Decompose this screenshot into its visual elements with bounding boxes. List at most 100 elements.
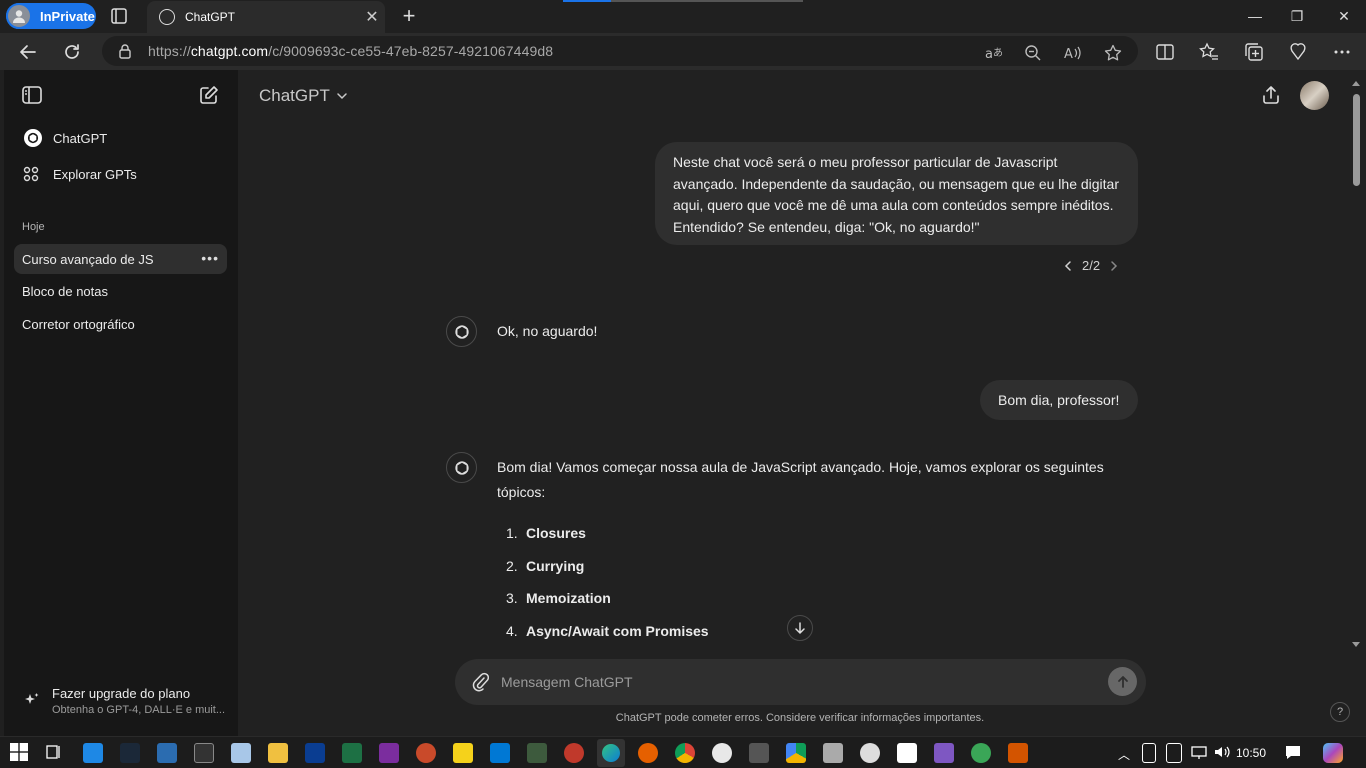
- history-item-curso-js[interactable]: Curso avançado de JS •••: [14, 244, 227, 274]
- openai-logo-icon: [446, 452, 477, 483]
- openai-logo-icon: [23, 128, 43, 148]
- user-avatar[interactable]: [1300, 81, 1329, 110]
- sidebar-item-label: Explorar GPTs: [53, 166, 137, 182]
- zoom-out-icon[interactable]: [1024, 44, 1042, 62]
- restore-button[interactable]: ❐: [1282, 5, 1312, 27]
- url-text: https://chatgpt.com/c/9009693c-ce55-47eb…: [148, 43, 554, 59]
- edge-app-icon-active[interactable]: [597, 739, 625, 767]
- refresh-icon[interactable]: [61, 41, 83, 63]
- arrow-up-icon: [1117, 675, 1128, 688]
- lock-icon[interactable]: [118, 43, 132, 59]
- scroll-to-bottom-button[interactable]: [787, 615, 813, 641]
- app-icon[interactable]: [860, 743, 880, 763]
- message-composer: [455, 659, 1146, 705]
- notepad-app-icon[interactable]: [231, 743, 251, 763]
- notification-icon[interactable]: [1284, 743, 1302, 763]
- upgrade-plan-button[interactable]: Fazer upgrade do plano Obtenha o GPT-4, …: [18, 684, 228, 720]
- app-icon[interactable]: [1008, 743, 1028, 763]
- user-message: Bom dia, professor!: [980, 380, 1138, 420]
- page-scrollbar[interactable]: [1350, 80, 1362, 650]
- upgrade-title: Fazer upgrade do plano: [52, 686, 191, 701]
- terminal-app-icon[interactable]: [194, 743, 214, 763]
- app-icon[interactable]: [564, 743, 584, 763]
- history-item-label: Corretor ortográfico: [22, 316, 135, 332]
- windows-start-icon[interactable]: [10, 743, 30, 763]
- todo-app-icon[interactable]: [83, 743, 103, 763]
- send-button[interactable]: [1108, 667, 1137, 696]
- powerpoint-app-icon[interactable]: [416, 743, 436, 763]
- translate-icon[interactable]: aあ: [984, 44, 1002, 62]
- favorites-icon[interactable]: [1199, 42, 1219, 62]
- url-bar[interactable]: https://chatgpt.com/c/9009693c-ce55-47eb…: [102, 36, 1138, 66]
- new-tab-button[interactable]: +: [398, 5, 420, 27]
- app-icon[interactable]: [971, 743, 991, 763]
- vscode-app-icon[interactable]: [490, 743, 510, 763]
- task-view-icon[interactable]: [45, 743, 65, 763]
- new-chat-icon[interactable]: [199, 85, 219, 105]
- tray-icon[interactable]: [1166, 743, 1182, 763]
- history-item-label: Curso avançado de JS: [22, 251, 154, 267]
- tab-actions-icon[interactable]: [110, 7, 130, 25]
- chevron-right-icon[interactable]: [1108, 260, 1120, 272]
- tab-close-icon[interactable]: ✕: [359, 7, 385, 27]
- grid-icon: [23, 166, 43, 182]
- copilot-icon[interactable]: [1323, 743, 1343, 763]
- user-message: Neste chat você será o meu professor par…: [655, 142, 1138, 245]
- assistant-message: Ok, no aguardo!: [497, 323, 598, 339]
- history-item-corretor[interactable]: Corretor ortográfico: [14, 309, 227, 339]
- network-icon[interactable]: [1190, 743, 1208, 763]
- app-icon[interactable]: [305, 743, 325, 763]
- volume-icon[interactable]: [1213, 743, 1231, 763]
- notion-app-icon[interactable]: [897, 743, 917, 763]
- chevron-up-icon[interactable]: ︿: [1118, 746, 1130, 763]
- steam-app-icon[interactable]: [120, 743, 140, 763]
- more-options-icon[interactable]: •••: [201, 250, 219, 266]
- browser-title-bar: InPrivate ChatGPT ✕ + — ❐ ✕: [0, 0, 1366, 33]
- app-icon[interactable]: [934, 743, 954, 763]
- tray-icon[interactable]: [1142, 743, 1156, 763]
- sticky-notes-app-icon[interactable]: [453, 743, 473, 763]
- sidebar-toggle-icon[interactable]: [22, 86, 42, 104]
- page-title: ChatGPT: [259, 86, 330, 105]
- clock[interactable]: 10:50: [1236, 746, 1266, 760]
- chrome-app-icon[interactable]: [675, 743, 695, 763]
- sparkle-icon: [24, 692, 40, 708]
- read-aloud-icon[interactable]: A: [1064, 44, 1082, 62]
- google-drive-icon[interactable]: [786, 743, 806, 763]
- message-input[interactable]: [501, 672, 1091, 692]
- inprivate-badge[interactable]: InPrivate: [6, 3, 96, 29]
- help-button[interactable]: ?: [1330, 702, 1350, 722]
- app-icon[interactable]: [157, 743, 177, 763]
- app-icon[interactable]: [749, 743, 769, 763]
- app-icon[interactable]: [527, 743, 547, 763]
- sidebar-item-explore-gpts[interactable]: Explorar GPTs: [14, 159, 227, 189]
- printer-app-icon[interactable]: [823, 743, 843, 763]
- file-explorer-icon[interactable]: [268, 743, 288, 763]
- browser-essentials-icon[interactable]: [1288, 42, 1308, 62]
- svg-text:A: A: [1064, 47, 1073, 62]
- response-pager: 2/2: [1062, 258, 1120, 273]
- excel-app-icon[interactable]: [342, 743, 362, 763]
- collections-icon[interactable]: [1244, 42, 1264, 62]
- sidebar-section-today: Hoje: [22, 221, 45, 233]
- favorite-star-icon[interactable]: [1104, 44, 1122, 62]
- slack-app-icon[interactable]: [712, 743, 732, 763]
- svg-text:a: a: [985, 47, 993, 62]
- list-item: 3. Memoization: [506, 590, 611, 607]
- tab-title: ChatGPT: [185, 10, 236, 24]
- attach-paperclip-icon[interactable]: [471, 672, 489, 692]
- onenote-app-icon[interactable]: [379, 743, 399, 763]
- more-menu-icon[interactable]: [1332, 42, 1352, 62]
- history-item-bloco-notas[interactable]: Bloco de notas: [14, 276, 227, 306]
- close-window-button[interactable]: ✕: [1329, 5, 1359, 27]
- minimize-button[interactable]: —: [1240, 5, 1270, 27]
- model-selector[interactable]: ChatGPT: [259, 86, 348, 106]
- sidebar-item-chatgpt[interactable]: ChatGPT: [14, 123, 227, 153]
- svg-text:あ: あ: [993, 47, 1002, 59]
- split-screen-icon[interactable]: [1155, 42, 1175, 62]
- share-icon[interactable]: [1261, 85, 1281, 105]
- firefox-app-icon[interactable]: [638, 743, 658, 763]
- chevron-left-icon[interactable]: [1062, 260, 1074, 272]
- back-arrow-icon[interactable]: [17, 41, 39, 63]
- tab-chatgpt[interactable]: ChatGPT ✕: [147, 1, 385, 33]
